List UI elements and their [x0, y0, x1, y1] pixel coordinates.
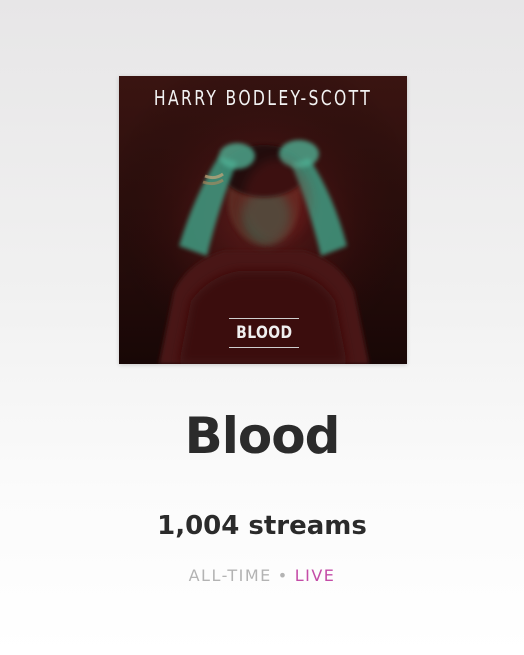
song-title: Blood — [184, 407, 341, 465]
time-range-filter: ALL-TIME • LIVE — [0, 563, 524, 589]
artwork-title-box: BLOOD — [229, 318, 299, 348]
artwork-artist-text: HARRY BODLEY-SCOTT — [153, 86, 373, 110]
artwork-title-text: BLOOD — [235, 323, 293, 343]
filter-live-option[interactable]: LIVE — [295, 566, 336, 585]
stream-count: 1,004 streams — [157, 511, 367, 541]
filter-separator-dot: • — [277, 566, 289, 585]
filter-all-time-option[interactable]: ALL-TIME — [189, 566, 272, 585]
album-artwork[interactable]: HARRY BODLEY-SCOTT BLOOD — [119, 76, 407, 364]
